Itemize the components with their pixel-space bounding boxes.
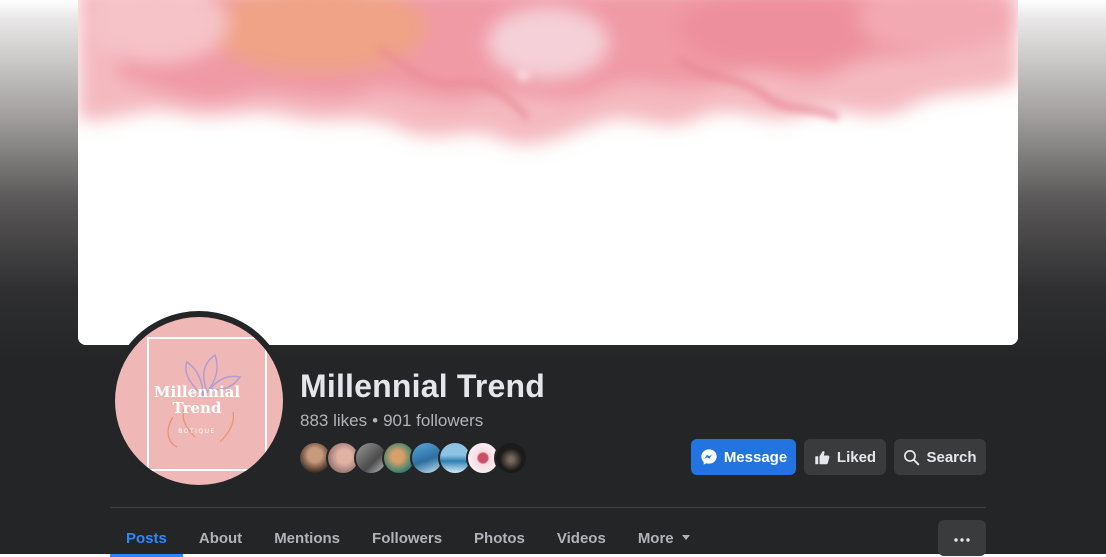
search-label: Search: [926, 448, 977, 466]
tab-posts[interactable]: Posts: [110, 521, 183, 557]
avatar[interactable]: [494, 441, 528, 475]
friends-who-like-avatars: [298, 441, 534, 475]
page-tabs: Posts About Mentions Followers Photos Vi…: [110, 521, 706, 557]
search-button[interactable]: Search: [894, 439, 986, 475]
caret-down-icon: [681, 534, 690, 540]
profile-picture[interactable]: Millennial Trend BOTIQUE: [113, 315, 285, 487]
tab-followers[interactable]: Followers: [356, 521, 458, 554]
page-stats: 883 likes • 901 followers: [300, 411, 483, 431]
search-icon: [903, 449, 920, 466]
tab-mentions[interactable]: Mentions: [258, 521, 356, 554]
ellipsis-icon: [954, 529, 970, 547]
thumbs-up-icon: [814, 449, 831, 466]
logo-line3: BOTIQUE: [178, 428, 216, 435]
followers-count[interactable]: 901 followers: [383, 411, 483, 430]
tab-more[interactable]: More: [622, 521, 706, 554]
likes-count[interactable]: 883 likes: [300, 411, 367, 430]
stats-separator: •: [372, 411, 379, 430]
messenger-icon: [700, 448, 718, 466]
tab-videos[interactable]: Videos: [541, 521, 622, 554]
message-button[interactable]: Message: [691, 439, 796, 475]
liked-label: Liked: [836, 448, 877, 466]
tab-more-label: More: [637, 530, 674, 547]
header-divider: [110, 507, 986, 508]
cover-photo[interactable]: [78, 0, 1018, 345]
message-label: Message: [723, 448, 788, 466]
liked-button[interactable]: Liked: [804, 439, 886, 475]
page-title: Millennial Trend: [300, 368, 546, 404]
tab-photos[interactable]: Photos: [458, 521, 541, 554]
more-options-button[interactable]: [938, 520, 986, 556]
logo-line2: Trend: [173, 399, 222, 417]
tab-about[interactable]: About: [183, 521, 258, 554]
page-logo: Millennial Trend BOTIQUE: [115, 317, 283, 485]
